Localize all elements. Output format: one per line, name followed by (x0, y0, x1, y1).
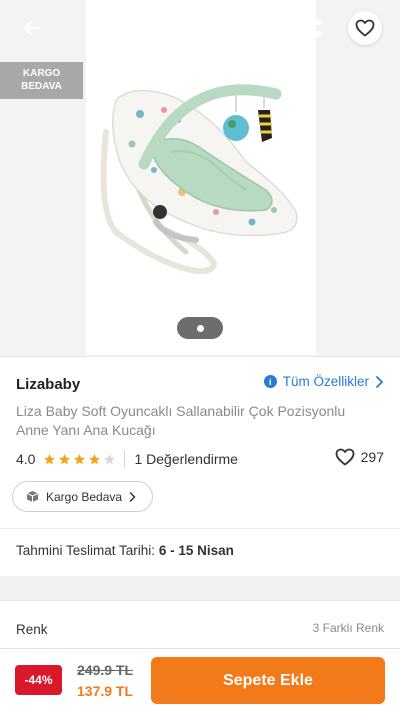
star-filled-icon (44, 453, 56, 464)
product-gallery[interactable]: KARGO BEDAVA (0, 0, 400, 355)
star-filled-icon (89, 453, 101, 464)
add-to-cart-button[interactable]: Sepete Ekle (151, 657, 385, 704)
chevron-right-icon (376, 375, 384, 388)
review-count[interactable]: 1 Değerlendirme (134, 451, 238, 467)
free-shipping-chip[interactable]: Kargo Bedava (12, 481, 153, 512)
free-shipping-badge-line1: KARGO (22, 68, 61, 79)
heart-outline-icon (335, 448, 355, 466)
gallery-pager[interactable] (177, 317, 223, 339)
free-shipping-badge-line2: BEDAVA (21, 81, 62, 92)
product-info-card: Lizababy i Tüm Özellikler Liza Baby Soft… (0, 356, 400, 576)
rating-row: 4.0 1 Değerlendirme 297 (16, 448, 384, 470)
arrow-left-icon (23, 20, 41, 36)
color-variant-count: 3 Farklı Renk (312, 621, 384, 635)
divider (124, 450, 126, 468)
favorite-count-value: 297 (360, 449, 384, 465)
discount-badge: -44% (15, 665, 62, 695)
star-filled-icon (59, 453, 71, 464)
product-title: Liza Baby Soft Oyuncaklı Sallanabilir Ço… (16, 403, 346, 438)
share-icon (306, 19, 322, 37)
star-empty-icon (104, 453, 116, 464)
share-button[interactable] (300, 14, 328, 42)
rating-stars[interactable] (43, 453, 116, 466)
all-features-link[interactable]: i Tüm Özellikler (263, 374, 384, 389)
back-button[interactable] (18, 14, 46, 42)
divider (0, 528, 400, 529)
free-shipping-chip-label: Kargo Bedava (46, 489, 123, 504)
heart-outline-icon (355, 19, 375, 37)
chevron-right-icon (129, 491, 136, 502)
info-icon: i (263, 375, 277, 388)
color-variant-section[interactable]: Renk 3 Farklı Renk (0, 600, 400, 654)
favorite-count[interactable]: 297 (335, 448, 384, 466)
original-price: 249.9 TL (77, 662, 134, 678)
product-image (100, 84, 298, 275)
estimated-delivery: Tahmini Teslimat Tarihi: 6 - 15 Nisan (16, 543, 234, 558)
pager-dot-active (196, 324, 204, 332)
star-filled-icon (74, 453, 86, 464)
all-features-label: Tüm Özellikler (282, 374, 369, 389)
brand-name[interactable]: Lizababy (16, 376, 80, 393)
color-variant-label: Renk (16, 622, 48, 637)
delivery-date: 6 - 15 Nisan (158, 543, 234, 558)
package-icon (26, 491, 39, 502)
purchase-bar: -44% 249.9 TL 137.9 TL Sepete Ekle (0, 648, 400, 711)
sale-price: 137.9 TL (77, 683, 134, 699)
rating-value: 4.0 (16, 451, 36, 467)
free-shipping-badge: KARGO BEDAVA (0, 62, 83, 99)
delivery-label: Tahmini Teslimat Tarihi: (16, 543, 156, 558)
favorite-button[interactable] (348, 11, 382, 45)
